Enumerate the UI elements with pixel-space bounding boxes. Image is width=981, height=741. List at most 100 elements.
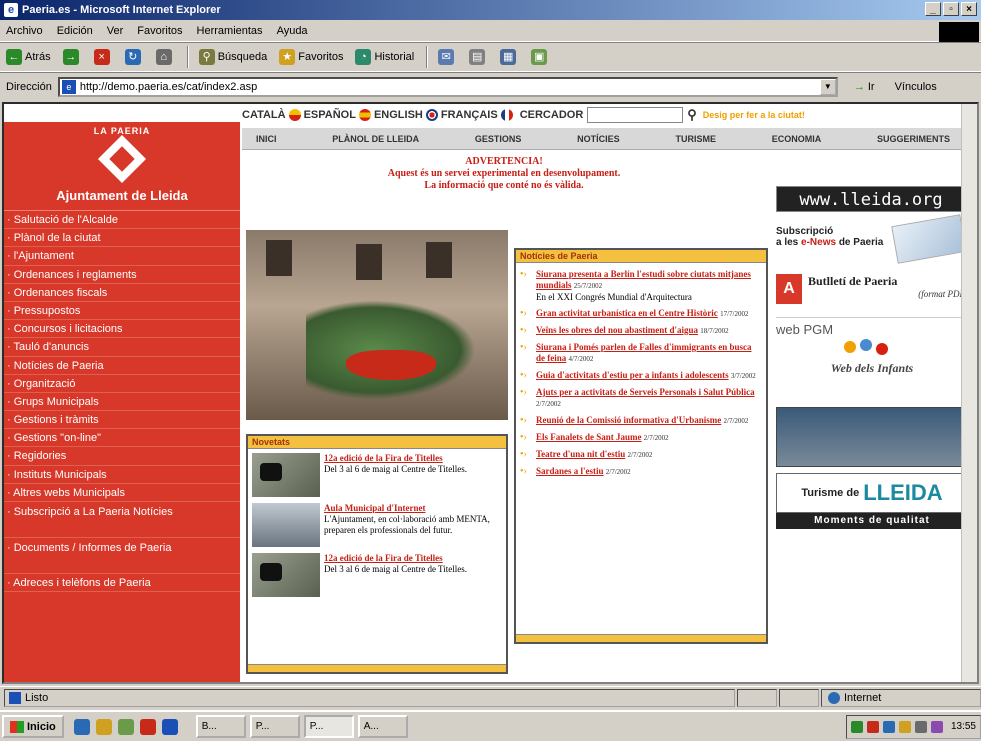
sidebar-item[interactable]: · Plànol de la ciutat	[4, 229, 240, 248]
news-item[interactable]: •› Teatre d'una nit d'estiu 2/7/2002	[520, 449, 762, 461]
news-title[interactable]: Guia d'activitats d'estiu per a infants …	[536, 370, 729, 380]
nav-planol[interactable]: PLÀNOL DE LLEIDA	[332, 134, 419, 144]
news-title[interactable]: Veïns les obres del nou abastiment d'aig…	[536, 325, 698, 335]
novetat-item[interactable]: 12a edició de la Fira de Titelles Del 3 a…	[248, 449, 506, 499]
sidebar-item[interactable]: · Adreces i telèfons de Paeria	[4, 574, 240, 593]
pgm-link[interactable]: web PGM	[776, 322, 968, 337]
novetat-title[interactable]: 12a edició de la Fira de Titelles	[324, 553, 467, 564]
news-item[interactable]: •› Ajuts per a activitats de Serveis Pers…	[520, 387, 762, 410]
tray-icon[interactable]	[866, 720, 879, 733]
forward-button[interactable]: →	[62, 49, 82, 65]
sidebar-item[interactable]: · Organització	[4, 375, 240, 393]
sidebar-item[interactable]: · Notícies de Paeria	[4, 357, 240, 375]
desktop-icon[interactable]	[95, 718, 112, 735]
history-button[interactable]: ◔ Historial	[355, 49, 414, 65]
taskbar-task[interactable]: B...	[195, 715, 246, 738]
news-item[interactable]: •› Sardanes a l'estiu 2/7/2002	[520, 466, 762, 478]
sidebar-item[interactable]: · Ordenances fiscals	[4, 284, 240, 302]
menu-ver[interactable]: Ver	[107, 25, 124, 37]
nav-inici[interactable]: INICI	[256, 134, 277, 144]
news-item[interactable]: •› Guia d'activitats d'estiu per a infant…	[520, 370, 762, 382]
news-title[interactable]: Teatre d'una nit d'estiu	[536, 449, 625, 459]
app-icon[interactable]	[139, 718, 156, 735]
news-item[interactable]: •› Els Fanalets de Sant Jaume 2/7/2002	[520, 432, 762, 444]
nav-suggeriments[interactable]: SUGGERIMENTS	[877, 134, 950, 144]
links-button[interactable]: Vínculos	[895, 81, 937, 93]
tray-icon[interactable]	[914, 720, 927, 733]
magnifier-icon[interactable]: ⚲	[687, 107, 697, 123]
mail-button[interactable]: ✉	[438, 49, 457, 65]
sidebar-item[interactable]: · Ordenances i reglaments	[4, 266, 240, 284]
novetat-title[interactable]: 12a edició de la Fira de Titelles	[324, 453, 467, 464]
site-logo[interactable]: LA PAERIA Ajuntament de Lleida	[4, 122, 240, 210]
news-title[interactable]: Els Fanalets de Sant Jaume	[536, 432, 642, 442]
sidebar-item[interactable]: · Documents / Informes de Paeria	[4, 538, 240, 574]
window-titlebar[interactable]: e Paeria.es - Microsoft Internet Explore…	[0, 0, 981, 20]
butlleti-banner[interactable]: A Butlletí de Paeria (format PDF)	[776, 274, 968, 318]
sidebar-item[interactable]: · Tauló d'anuncis	[4, 338, 240, 357]
sidebar-item[interactable]: · Grups Municipals	[4, 393, 240, 412]
sidebar-item[interactable]: · Gestions i tràmits	[4, 411, 240, 430]
tray-icon[interactable]	[850, 720, 863, 733]
maximize-button[interactable]: ▫	[943, 2, 959, 16]
lang-english[interactable]: ENGLISH	[374, 109, 423, 121]
ie-quicklaunch-icon[interactable]	[73, 718, 90, 735]
refresh-button[interactable]: ↻	[124, 49, 144, 65]
search-button[interactable]: ⚲ Búsqueda	[198, 49, 267, 65]
menu-favoritos[interactable]: Favoritos	[137, 25, 182, 37]
city-photo-banner[interactable]	[776, 407, 968, 467]
vertical-scrollbar[interactable]	[961, 104, 977, 682]
infants-banner[interactable]: Web dels Infants	[776, 337, 968, 399]
sidebar-item[interactable]: · Instituts Municipals	[4, 466, 240, 484]
nav-gestions[interactable]: GESTIONS	[475, 134, 522, 144]
news-title[interactable]: Siurana presenta a Berlín l'estudi sobre…	[536, 269, 751, 290]
tray-icon[interactable]	[882, 720, 895, 733]
taskbar-task[interactable]: P...	[249, 715, 300, 738]
menu-herramientas[interactable]: Herramientas	[197, 25, 263, 37]
taskbar-task[interactable]: A...	[357, 715, 408, 738]
discuss-button[interactable]: ▣	[531, 49, 550, 65]
nav-turisme[interactable]: TURISME	[675, 134, 716, 144]
news-title[interactable]: Reunió de la Comissió informativa d'Urba…	[536, 415, 721, 425]
news-item[interactable]: •› Gran activitat urbanística en el Centr…	[520, 308, 762, 320]
nav-noticies[interactable]: NOTÍCIES	[577, 134, 620, 144]
sidebar-item[interactable]: · Pressupostos	[4, 302, 240, 321]
menu-edicion[interactable]: Edición	[57, 25, 93, 37]
moments-banner[interactable]: Moments de qualitat	[776, 513, 968, 529]
lleida-org-banner[interactable]: www.lleida.org	[776, 186, 966, 212]
subscription-banner[interactable]: Subscripció a les e-News de Paeria	[776, 214, 968, 272]
sidebar-item[interactable]: · Regidories	[4, 447, 240, 466]
lang-espanol[interactable]: ESPAÑOL	[304, 109, 356, 121]
home-button[interactable]: ⌂	[155, 49, 175, 65]
outlook-icon[interactable]	[117, 718, 134, 735]
back-button[interactable]: ← Atrás	[6, 49, 51, 65]
news-item[interactable]: •› Siurana presenta a Berlín l'estudi sob…	[520, 269, 762, 303]
word-icon[interactable]	[161, 718, 178, 735]
lang-francais[interactable]: FRANÇAIS	[441, 109, 498, 121]
site-search-input[interactable]	[587, 107, 684, 123]
news-item[interactable]: •› Reunió de la Comissió informativa d'Ur…	[520, 415, 762, 427]
novetat-item[interactable]: Aula Municipal d'Internet L'Ajuntament, e…	[248, 499, 506, 549]
sidebar-item[interactable]: · Salutació de l'Alcalde	[4, 211, 240, 230]
tray-icon[interactable]	[898, 720, 911, 733]
go-button[interactable]: → Ir	[854, 81, 875, 93]
favorites-button[interactable]: ★ Favoritos	[279, 49, 343, 65]
news-title[interactable]: Gran activitat urbanística en el Centre …	[536, 308, 718, 318]
address-input[interactable]: e http://demo.paeria.es/cat/index2.asp	[57, 76, 838, 97]
sidebar-item[interactable]: · Altres webs Municipals	[4, 484, 240, 502]
close-button[interactable]: ×	[961, 2, 977, 16]
news-item[interactable]: •› Veïns les obres del nou abastiment d'a…	[520, 325, 762, 337]
minimize-button[interactable]: _	[925, 2, 941, 16]
sidebar-item[interactable]: · l'Ajuntament	[4, 247, 240, 266]
stop-button[interactable]: ×	[93, 49, 113, 65]
turisme-banner[interactable]: Turisme de LLEIDA	[776, 473, 968, 513]
menu-archivo[interactable]: Archivo	[6, 25, 43, 37]
sidebar-item[interactable]: · Gestions "on-line"	[4, 429, 240, 448]
news-item[interactable]: •› Siurana i Pomés parlen de Falles d'imm…	[520, 342, 762, 365]
tray-icon[interactable]	[930, 720, 943, 733]
print-button[interactable]: ▤	[469, 49, 488, 65]
address-dropdown-chevron-icon[interactable]: ▼	[819, 78, 836, 95]
novetat-item[interactable]: 12a edició de la Fira de Titelles Del 3 a…	[248, 549, 506, 599]
nav-economia[interactable]: ECONOMIA	[772, 134, 822, 144]
novetat-title[interactable]: Aula Municipal d'Internet	[324, 503, 502, 514]
